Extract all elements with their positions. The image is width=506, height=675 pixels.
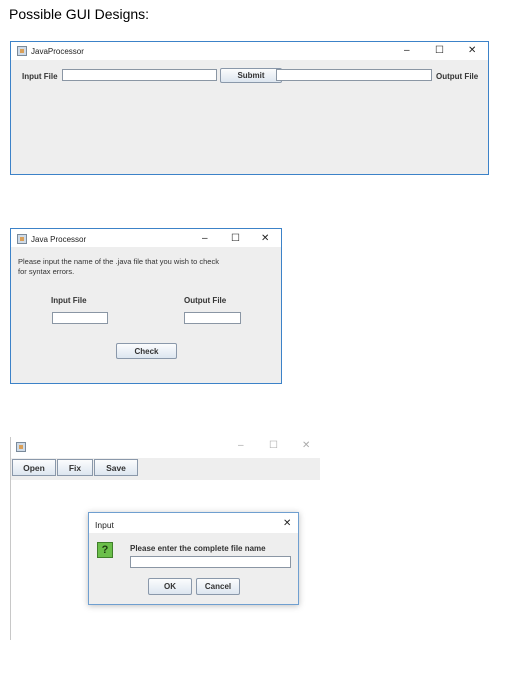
close-icon[interactable]: ✕ [302, 441, 310, 451]
design1-input-field[interactable] [62, 69, 217, 81]
fix-button[interactable]: Fix [57, 459, 93, 476]
close-icon[interactable]: ✕ [261, 234, 269, 244]
design2-title: Java Processor [31, 235, 87, 244]
input-dialog: Input ✕ ? Please enter the complete file… [88, 512, 299, 605]
minimize-icon[interactable]: – [238, 441, 244, 451]
file-name-field[interactable] [130, 556, 291, 568]
input-dialog-prompt: Please enter the complete file name [130, 544, 266, 553]
minimize-icon[interactable]: – [202, 234, 208, 244]
design2-output-field[interactable] [184, 312, 241, 324]
input-dialog-titlebar[interactable]: Input ✕ [89, 513, 298, 533]
java-app-icon [16, 442, 26, 452]
cancel-button[interactable]: Cancel [196, 578, 240, 595]
page-heading: Possible GUI Designs: [9, 6, 150, 22]
design1-title: JavaProcessor [31, 47, 84, 56]
design1-titlebar[interactable]: JavaProcessor – ☐ ✕ [11, 42, 488, 60]
open-button[interactable]: Open [12, 459, 56, 476]
design2-window: Java Processor – ☐ ✕ Please input the na… [10, 228, 282, 384]
java-app-icon [17, 234, 27, 244]
design1-output-field[interactable] [276, 69, 432, 81]
input-dialog-title: Input [95, 520, 114, 530]
design2-titlebar[interactable]: Java Processor – ☐ ✕ [11, 229, 281, 247]
design2-input-field[interactable] [52, 312, 108, 324]
design2-message-line2: for syntax errors. [18, 267, 75, 276]
java-app-icon [17, 46, 27, 56]
save-button[interactable]: Save [94, 459, 138, 476]
check-button[interactable]: Check [116, 343, 177, 359]
design2-output-label: Output File [184, 296, 227, 305]
maximize-icon[interactable]: ☐ [269, 441, 278, 451]
minimize-icon[interactable]: – [404, 46, 410, 56]
submit-button[interactable]: Submit [220, 68, 282, 83]
maximize-icon[interactable]: ☐ [231, 234, 240, 244]
close-icon[interactable]: ✕ [283, 519, 291, 529]
design1-window: JavaProcessor – ☐ ✕ Input File Submit Ou… [10, 41, 489, 175]
design2-message-line1: Please input the name of the .java file … [18, 257, 219, 266]
design1-input-label: Input File [22, 72, 58, 81]
design2-input-label: Input File [51, 296, 87, 305]
ok-button[interactable]: OK [148, 578, 192, 595]
question-icon: ? [97, 542, 113, 558]
maximize-icon[interactable]: ☐ [435, 46, 444, 56]
close-icon[interactable]: ✕ [468, 46, 476, 56]
design1-output-label: Output File [436, 72, 479, 81]
